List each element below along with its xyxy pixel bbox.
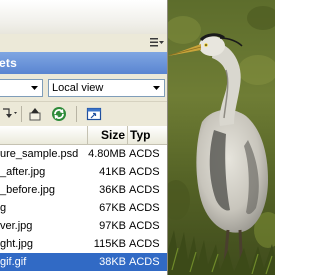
top-toolbar-strip bbox=[0, 0, 167, 34]
list-item-selected[interactable]: gif.gif 38KB ACDS bbox=[0, 253, 167, 271]
window-icon[interactable] bbox=[84, 104, 104, 124]
file-type: ACDS bbox=[129, 148, 160, 160]
file-name: _after.jpg bbox=[0, 166, 46, 178]
toolbar-separator bbox=[76, 106, 77, 122]
chevron-down-icon[interactable] bbox=[27, 81, 41, 95]
file-type: ACDS bbox=[129, 202, 160, 214]
heron-photo bbox=[168, 0, 275, 275]
file-size: 4.80MB bbox=[88, 148, 126, 160]
file-size: 41KB bbox=[99, 166, 126, 178]
file-list: ure_sample.psd 4.80MB ACDS _after.jpg 41… bbox=[0, 145, 167, 275]
name-column-header[interactable] bbox=[0, 126, 88, 144]
file-type: ACDS bbox=[129, 238, 160, 250]
panel-menu-icon[interactable] bbox=[150, 37, 164, 47]
size-column-header[interactable]: Size bbox=[88, 126, 128, 144]
view-value: Local view bbox=[52, 82, 104, 94]
list-item[interactable]: _before.jpg 36KB ACDS bbox=[0, 181, 167, 199]
up-folder-icon[interactable] bbox=[25, 104, 45, 124]
list-item[interactable]: ver.jpg 97KB ACDS bbox=[0, 217, 167, 235]
file-size: 115KB bbox=[93, 238, 126, 250]
chevron-down-icon[interactable] bbox=[149, 81, 163, 95]
file-size: 36KB bbox=[99, 184, 126, 196]
list-item[interactable]: ure_sample.psd 4.80MB ACDS bbox=[0, 145, 167, 163]
file-name: ure_sample.psd bbox=[0, 148, 79, 160]
file-size: 67KB bbox=[99, 202, 126, 214]
file-name: ght.jpg bbox=[0, 238, 34, 250]
file-size: 97KB bbox=[99, 220, 126, 232]
file-type: ACDS bbox=[129, 256, 160, 268]
drop-arrow-icon[interactable] bbox=[0, 104, 20, 124]
file-name: ver.jpg bbox=[0, 220, 33, 232]
refresh-icon[interactable] bbox=[49, 104, 69, 124]
toolbar-separator bbox=[21, 106, 22, 122]
file-size: 38KB bbox=[99, 256, 126, 268]
list-item[interactable]: g 67KB ACDS bbox=[0, 199, 167, 217]
file-name: g bbox=[0, 202, 7, 214]
list-item[interactable]: ght.jpg 115KB ACDS bbox=[0, 235, 167, 253]
file-list-pane: ets Local view Size Typ ure_sample.psd 4… bbox=[0, 0, 167, 275]
file-type: ACDS bbox=[129, 220, 160, 232]
file-name: gif.gif bbox=[0, 256, 27, 268]
panel-title: ets bbox=[0, 56, 17, 70]
location-dropdown[interactable] bbox=[0, 79, 43, 97]
type-column-header[interactable]: Typ bbox=[128, 126, 167, 144]
file-type: ACDS bbox=[129, 166, 160, 178]
view-dropdown[interactable]: Local view bbox=[48, 79, 165, 97]
panel-header: ets bbox=[0, 52, 167, 74]
location-controls: Local view bbox=[0, 74, 167, 102]
file-toolbar bbox=[0, 101, 167, 126]
list-item[interactable]: _after.jpg 41KB ACDS bbox=[0, 163, 167, 181]
file-type: ACDS bbox=[129, 184, 160, 196]
image-preview[interactable] bbox=[167, 0, 275, 275]
list-header: Size Typ bbox=[0, 126, 167, 145]
file-name: _before.jpg bbox=[0, 184, 56, 196]
